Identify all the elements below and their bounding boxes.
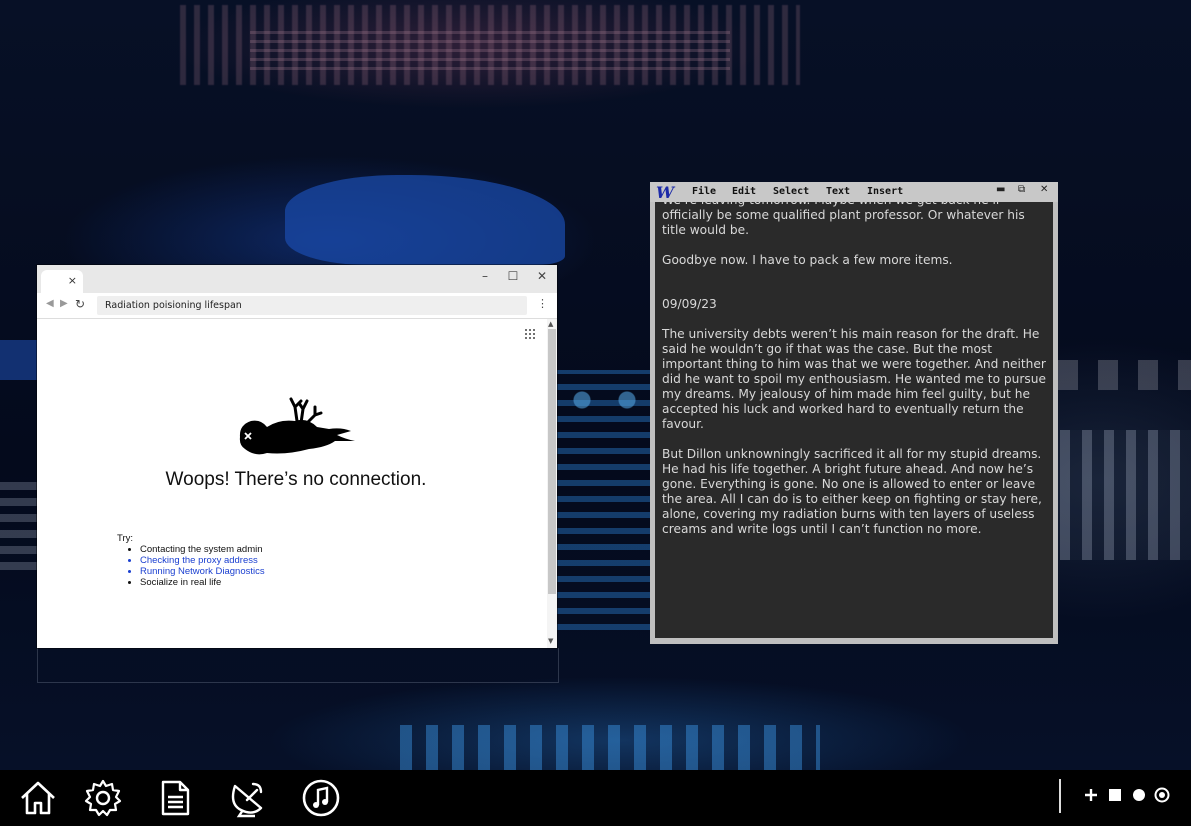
suggestion-check-proxy-link[interactable]: Checking the proxy address	[140, 555, 265, 566]
editor-menubar[interactable]: W File Edit Select Text Insert ▬ ⧉ ✕	[650, 182, 1058, 202]
editor-document[interactable]: We’re leaving tomorrow. Maybe when we ge…	[655, 202, 1053, 638]
error-title: Woops! There’s no connection.	[165, 469, 427, 490]
home-icon[interactable]	[18, 778, 58, 818]
browser-window-shadow	[37, 648, 559, 683]
satellite-dish-icon[interactable]	[227, 778, 267, 818]
browser-close-button[interactable]: ✕	[532, 269, 552, 283]
menu-edit[interactable]: Edit	[732, 186, 756, 197]
log-paragraph: The university debts weren’t his main re…	[662, 327, 1046, 431]
background-control-panel-right	[1060, 430, 1191, 560]
menu-insert[interactable]: Insert	[867, 186, 903, 197]
menu-text[interactable]: Text	[826, 186, 850, 197]
music-icon[interactable]	[301, 778, 341, 818]
suggestion-network-diagnostics-link[interactable]: Running Network Diagnostics	[140, 566, 265, 577]
menu-select[interactable]: Select	[773, 186, 809, 197]
scroll-up-icon[interactable]: ▲	[548, 320, 553, 328]
plus-icon[interactable]	[1083, 787, 1099, 803]
editor-minimize-button[interactable]: ▬	[996, 184, 1005, 195]
background-blue-glow-left	[0, 340, 40, 380]
menu-file[interactable]: File	[692, 186, 716, 197]
log-paragraph: We’re leaving tomorrow. Maybe when we ge…	[662, 202, 1025, 237]
background-mid-panel	[1058, 360, 1191, 390]
background-bottom-instruments	[400, 725, 820, 770]
log-paragraph: Goodbye now. I have to pack a few more i…	[662, 253, 953, 267]
editor-restore-button[interactable]: ⧉	[1018, 184, 1025, 195]
try-suggestions: Try: Contacting the system admin Checkin…	[117, 533, 265, 588]
editor-text: We’re leaving tomorrow. Maybe when we ge…	[662, 202, 1048, 552]
background-ceiling-panel	[250, 30, 730, 70]
tab-close-button[interactable]: ×	[68, 274, 77, 287]
browser-content: Woops! There’s no connection. Try: Conta…	[37, 319, 547, 648]
square-icon[interactable]	[1107, 787, 1123, 803]
scroll-down-icon[interactable]: ▼	[548, 637, 553, 645]
browser-minimize-button[interactable]: –	[475, 269, 495, 283]
log-paragraph: But Dillon unknowningly sacrificed it al…	[662, 447, 1042, 536]
browser-scrollbar[interactable]: ▲ ▼	[547, 319, 557, 648]
apps-grid-icon[interactable]	[524, 328, 536, 340]
dead-bird-icon	[239, 397, 355, 455]
browser-maximize-button[interactable]: ☐	[503, 269, 523, 283]
circle-icon[interactable]	[1131, 787, 1147, 803]
suggestion-socialize: Socialize in real life	[140, 577, 265, 588]
browser-window: × – ☐ ✕ ◀ ▶ ↻ Radiation poisioning lifes…	[37, 265, 557, 648]
forward-icon[interactable]: ▶	[60, 298, 68, 309]
suggestion-contact-admin: Contacting the system admin	[140, 544, 265, 555]
browser-menu-button[interactable]: ⋮	[537, 297, 548, 310]
settings-icon[interactable]	[83, 778, 123, 818]
editor-logo-icon: W	[656, 183, 674, 202]
browser-toolbar: ◀ ▶ ↻ Radiation poisioning lifespan ⋮	[37, 293, 557, 319]
browser-titlebar[interactable]: × – ☐ ✕	[37, 265, 557, 293]
taskbar	[0, 770, 1191, 826]
background-gauges	[557, 370, 650, 630]
log-date: 09/09/23	[662, 297, 717, 311]
background-blue-glow	[285, 175, 565, 265]
taskbar-separator	[1059, 779, 1061, 813]
try-label: Try:	[117, 533, 134, 544]
target-icon[interactable]	[1154, 787, 1170, 803]
reload-icon[interactable]: ↻	[75, 297, 85, 311]
editor-close-button[interactable]: ✕	[1040, 184, 1048, 195]
text-editor-window: W File Edit Select Text Insert ▬ ⧉ ✕ We’…	[650, 182, 1058, 644]
background-control-panel-left	[0, 480, 37, 570]
back-icon[interactable]: ◀	[46, 298, 54, 309]
address-bar[interactable]: Radiation poisioning lifespan	[97, 296, 527, 315]
scroll-thumb[interactable]	[548, 329, 556, 594]
browser-tab[interactable]: ×	[41, 270, 83, 293]
document-icon[interactable]	[155, 778, 195, 818]
